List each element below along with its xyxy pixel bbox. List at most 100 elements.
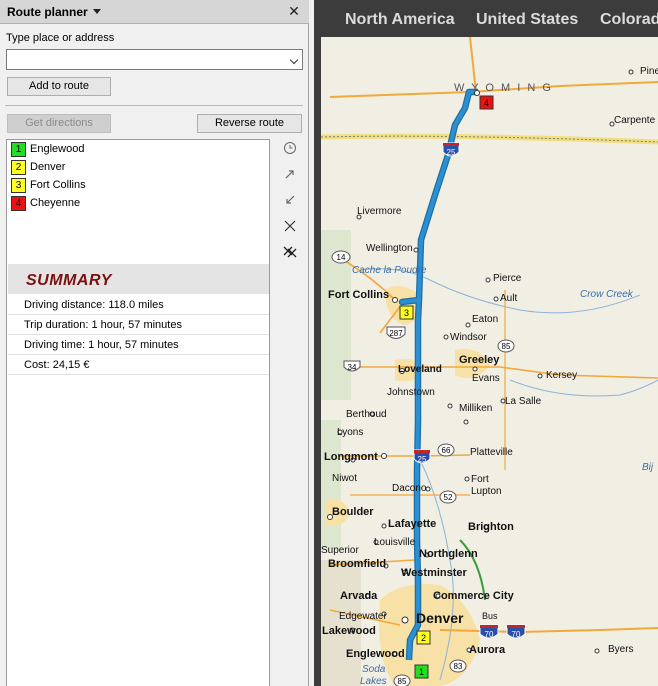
place-label: Lakewood: [322, 625, 376, 637]
place-label: Berthoud: [346, 409, 387, 420]
chevron-down-icon[interactable]: [289, 55, 299, 65]
place-label: Longmont: [324, 451, 378, 463]
place-input-label: Type place or address: [6, 32, 115, 44]
route-shield: 14: [331, 250, 351, 264]
place-label: Platteville: [470, 447, 513, 458]
place-label: Edgewater: [339, 611, 387, 622]
place-label: Dacono: [392, 483, 427, 494]
place-label: Byers: [608, 644, 634, 655]
summary-header: SUMMARY: [8, 264, 269, 294]
trip-duration: Trip duration: 1 hour, 57 minutes: [24, 319, 182, 331]
driving-time: Driving time: 1 hour, 57 minutes: [24, 339, 179, 351]
waypoint-label: Cheyenne: [30, 197, 81, 209]
marker-label: 4: [484, 98, 489, 108]
shield-label: 70: [512, 630, 521, 639]
map-waypoint-marker-1[interactable]: 1: [414, 664, 429, 679]
shield-label: 83: [454, 662, 463, 671]
arrow-down-left-icon[interactable]: [281, 191, 299, 209]
place-label: Arvada: [340, 590, 378, 602]
divider: [5, 105, 303, 106]
place-label: Carpente: [614, 115, 656, 126]
place-label: La Salle: [505, 396, 542, 407]
place-label: Denver: [416, 610, 464, 626]
place-label: Broomfield: [328, 558, 386, 570]
place-label: Bus: [482, 611, 498, 621]
place-label: Soda: [362, 664, 386, 675]
close-icon[interactable]: ✕: [286, 3, 302, 20]
panel-menu-caret-icon[interactable]: [93, 9, 101, 14]
map-waypoint-marker-2[interactable]: 2: [416, 630, 431, 645]
summary-title: SUMMARY: [26, 272, 112, 289]
place-label: Lakes: [360, 676, 387, 686]
breadcrumb-continent[interactable]: North America: [345, 11, 455, 29]
place-label: Wellington: [366, 243, 413, 254]
driving-distance: Driving distance: 118.0 miles: [24, 299, 164, 311]
place-label: Lyons: [337, 427, 363, 438]
place-label: Livermore: [357, 206, 402, 217]
place-label: Ault: [500, 293, 517, 304]
place-combobox[interactable]: [6, 49, 303, 70]
waypoint-label: Englewood: [30, 143, 85, 155]
route-shield: 85: [393, 674, 411, 686]
state-label: W Y O M I N G: [454, 82, 553, 94]
breadcrumb-country[interactable]: United States: [476, 11, 578, 29]
marker-label: 3: [404, 308, 409, 318]
map-svg[interactable]: 25 25 70 70 14 287 85 34 66 52 83 85 4 3…: [321, 37, 658, 686]
place-label: Brighton: [468, 521, 514, 533]
place-label: Lafayette: [388, 518, 436, 530]
place-label: Niwot: [332, 473, 357, 484]
place-label: Fort: [471, 474, 489, 485]
shield-label: 14: [337, 253, 346, 262]
route-shield: 287: [386, 326, 406, 339]
shield-label: 70: [485, 630, 494, 639]
river-label: Bij: [642, 462, 654, 473]
river-label: Cache la Poudre: [352, 265, 427, 276]
map-waypoint-marker-3[interactable]: 3: [399, 305, 414, 320]
reverse-route-button[interactable]: Reverse route: [197, 114, 302, 133]
marker-label: 1: [419, 667, 424, 677]
route-shield: 52: [439, 490, 457, 504]
place-label: Kersey: [546, 370, 577, 381]
waypoint-label: Fort Collins: [30, 179, 86, 191]
waypoint-label: Denver: [30, 161, 66, 173]
waypoint-number-badge: 1: [11, 142, 26, 157]
summary-row: Driving time: 1 hour, 57 minutes: [8, 335, 269, 355]
map-canvas[interactable]: 25 25 70 70 14 287 85 34 66 52 83 85 4 3…: [321, 37, 658, 686]
shield-label: 25: [447, 148, 456, 157]
shield-label: 287: [389, 329, 403, 338]
trip-cost: Cost: 24,15 €: [24, 359, 90, 371]
place-label: Aurora: [469, 644, 506, 656]
waypoint-number-badge: 3: [11, 178, 26, 193]
shield-label: 34: [348, 363, 357, 372]
place-label: Englewood: [346, 648, 405, 660]
place-label: Louisville: [374, 537, 416, 548]
place-label: Northglenn: [419, 548, 478, 560]
place-label: Superior: [321, 545, 359, 556]
place-label: Pierce: [493, 273, 522, 284]
waypoint-number-badge: 2: [11, 160, 26, 175]
place-input[interactable]: [7, 50, 277, 69]
arrow-up-right-icon[interactable]: [281, 165, 299, 183]
place-label: Pine: [640, 66, 658, 77]
add-to-route-button[interactable]: Add to route: [7, 77, 111, 96]
place-label: Windsor: [450, 332, 487, 343]
map-waypoint-marker-4[interactable]: 4: [479, 95, 494, 110]
route-shield: 85: [497, 339, 515, 353]
marker-label: 2: [421, 633, 426, 643]
clock-icon[interactable]: [281, 139, 299, 157]
place-label: Lupton: [471, 486, 502, 497]
place-label: Boulder: [332, 506, 374, 518]
river-label: Crow Creek: [580, 289, 634, 300]
place-label: Fort Collins: [328, 289, 389, 301]
delete-waypoint-icon[interactable]: [281, 217, 299, 235]
route-shield: 83: [449, 659, 467, 673]
place-label: Eaton: [472, 314, 498, 325]
shield-label: 52: [444, 493, 453, 502]
waypoint-number-badge: 4: [11, 196, 26, 211]
shield-label: 85: [502, 342, 511, 351]
breadcrumb-state[interactable]: Colorado: [600, 11, 658, 29]
panel-title[interactable]: Route planner: [7, 5, 88, 19]
shield-label: 25: [418, 455, 427, 464]
get-directions-button[interactable]: Get directions: [7, 114, 111, 133]
clear-route-icon[interactable]: [281, 243, 299, 261]
